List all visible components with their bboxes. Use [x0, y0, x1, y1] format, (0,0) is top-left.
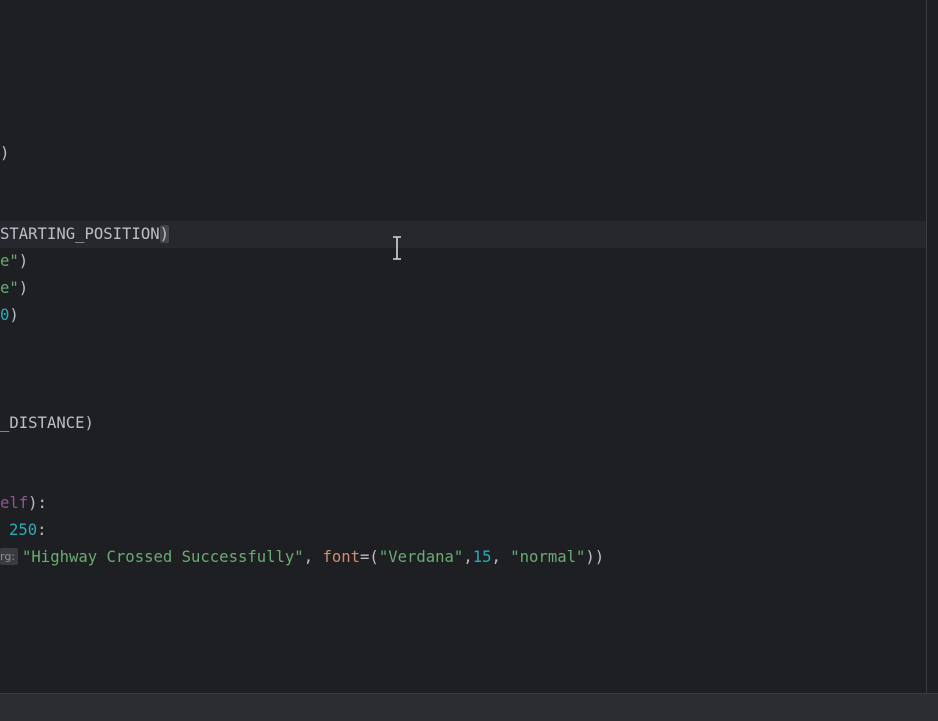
code-line[interactable]: elf): — [0, 490, 47, 517]
editor-scroll-gutter[interactable] — [926, 0, 938, 693]
code-line[interactable]: e") — [0, 275, 28, 302]
string-literal: e" — [0, 279, 19, 297]
string-literal: e" — [0, 252, 19, 270]
code-line[interactable]: _DISTANCE) — [0, 410, 94, 437]
code-line[interactable]: 250: — [9, 517, 47, 544]
punctuation: =( — [360, 548, 379, 566]
string-literal: "normal" — [510, 548, 586, 566]
closing-paren: ) — [18, 252, 29, 270]
identifier: _DISTANCE) — [0, 414, 94, 432]
keyword-argument: font — [322, 548, 361, 566]
code-line[interactable]: e") — [0, 248, 28, 275]
status-bar — [0, 693, 938, 721]
self-keyword: elf — [0, 494, 29, 512]
punctuation: , — [491, 548, 511, 566]
text-cursor-icon — [393, 236, 401, 260]
closing-paren: ) — [9, 306, 19, 324]
punctuation: , — [303, 548, 323, 566]
code-line[interactable]: ) — [0, 140, 9, 167]
code-line[interactable]: rg: "Highway Crossed Successfully", font=… — [0, 544, 604, 571]
identifier: STARTING_POSITION — [0, 225, 160, 243]
punctuation: )) — [585, 548, 605, 566]
number-literal: 0 — [0, 306, 10, 324]
matched-paren: ) — [159, 225, 169, 243]
number-literal: 250 — [9, 521, 38, 539]
code-editor[interactable]: ) STARTING_POSITION) e") e") 0) _DISTANC… — [0, 0, 926, 693]
punctuation: , — [463, 548, 473, 566]
parameter-hint: rg: — [0, 548, 19, 565]
punctuation: ): — [28, 494, 47, 512]
punctuation: : — [37, 521, 47, 539]
number-literal: 15 — [472, 548, 492, 566]
string-literal: "Verdana" — [378, 548, 464, 566]
closing-paren: ) — [18, 279, 29, 297]
code-line-current[interactable]: STARTING_POSITION) — [0, 221, 169, 248]
closing-paren: ) — [0, 144, 10, 162]
code-line[interactable]: 0) — [0, 302, 19, 329]
string-literal: "Highway Crossed Successfully" — [22, 548, 304, 566]
